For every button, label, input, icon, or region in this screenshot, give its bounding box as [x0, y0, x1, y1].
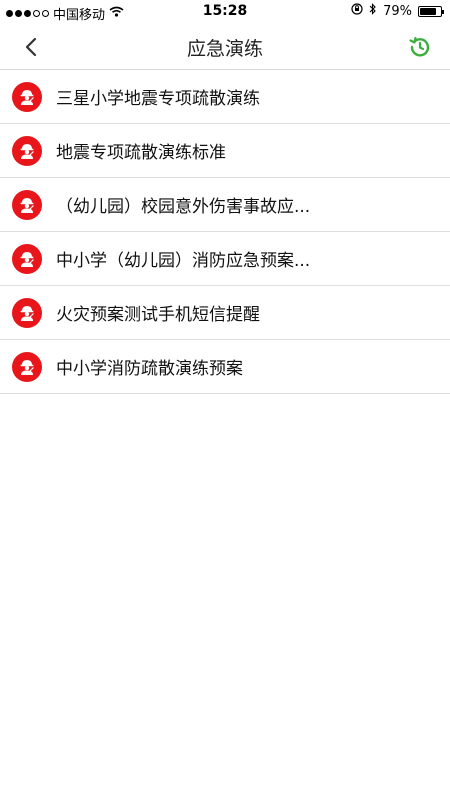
bluetooth-icon [369, 3, 377, 19]
history-icon [409, 36, 430, 57]
history-button[interactable] [406, 33, 434, 61]
battery-percent: 79% [383, 3, 412, 19]
list-item-label: （幼儿园）校园意外伤害事故应... [56, 197, 311, 217]
list-item[interactable]: （幼儿园）校园意外伤害事故应... [0, 178, 450, 232]
navigation-bar: 应急演练 [0, 24, 450, 70]
list-item-label: 三星小学地震专项疏散演练 [56, 89, 260, 109]
list-item-label: 中小学消防疏散演练预案 [56, 359, 243, 379]
list-item[interactable]: 中小学消防疏散演练预案 [0, 340, 450, 394]
firefighter-icon [12, 243, 42, 274]
firefighter-icon [12, 135, 42, 166]
firefighter-icon [12, 297, 42, 328]
list-item[interactable]: 地震专项疏散演练标准 [0, 124, 450, 178]
list-item[interactable]: 三星小学地震专项疏散演练 [0, 70, 450, 124]
status-bar: 中国移动 15:28 79% [0, 0, 450, 24]
orientation-lock-icon [351, 3, 363, 19]
list-item-label: 中小学（幼儿园）消防应急预案... [56, 251, 311, 271]
list-item[interactable]: 中小学（幼儿园）消防应急预案... [0, 232, 450, 286]
list-item[interactable]: 火灾预案测试手机短信提醒 [0, 286, 450, 340]
firefighter-icon [12, 189, 42, 220]
battery-icon [418, 5, 444, 17]
drill-list: 三星小学地震专项疏散演练 地震专项疏散演练标准 （幼儿园）校园意外伤害事故应... 中… [0, 70, 450, 394]
list-item-label: 火灾预案测试手机短信提醒 [56, 305, 260, 325]
firefighter-icon [12, 81, 42, 112]
list-item-label: 地震专项疏散演练标准 [56, 143, 226, 163]
firefighter-icon [12, 351, 42, 382]
page-title: 应急演练 [186, 38, 263, 60]
